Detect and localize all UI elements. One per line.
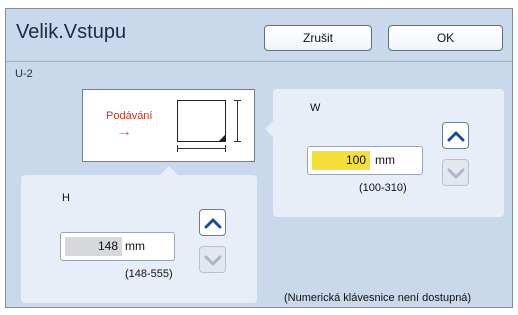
size-dialog: Velik.Vstupu Zrušit OK U-2 Podávání → W … bbox=[5, 8, 513, 308]
height-dimension-tick-top bbox=[234, 100, 241, 101]
screen-code: U-2 bbox=[15, 68, 33, 80]
width-panel: W 100 mm (100-310) bbox=[273, 89, 504, 217]
width-range: (100-310) bbox=[359, 182, 407, 194]
height-dimension-tick-bottom bbox=[234, 141, 241, 142]
height-decrease-button[interactable] bbox=[199, 246, 226, 273]
dialog-title: Velik.Vstupu bbox=[16, 21, 127, 43]
width-dimension-line bbox=[177, 148, 226, 149]
height-input[interactable]: 148 mm bbox=[60, 232, 175, 261]
width-decrease-button[interactable] bbox=[442, 159, 469, 186]
height-range: (148-555) bbox=[125, 268, 173, 280]
height-label: H bbox=[62, 192, 70, 204]
chevron-down-icon bbox=[204, 255, 221, 265]
keypad-unavailable-note: (Numerická klávesnice není dostupná) bbox=[284, 292, 472, 304]
height-value: 148 bbox=[65, 237, 122, 256]
paper-preview: Podávání → bbox=[82, 89, 255, 162]
width-label: W bbox=[310, 102, 321, 114]
width-increase-button[interactable] bbox=[442, 122, 469, 149]
height-panel-pointer bbox=[160, 166, 178, 175]
chevron-up-icon bbox=[204, 218, 221, 228]
feed-label: Podávání bbox=[106, 110, 153, 122]
width-unit: mm bbox=[375, 153, 395, 167]
sheet-corner-mark bbox=[218, 134, 226, 142]
height-dimension-line bbox=[237, 100, 238, 142]
dialog-header: Velik.Vstupu Zrušit OK bbox=[6, 9, 512, 62]
feed-arrow-icon: → bbox=[116, 123, 132, 140]
ok-button[interactable]: OK bbox=[388, 25, 503, 51]
height-panel: H 148 mm (148-555) bbox=[21, 175, 257, 303]
width-value: 100 bbox=[312, 151, 370, 170]
chevron-down-icon bbox=[447, 168, 464, 178]
width-dimension-tick-left bbox=[177, 145, 178, 152]
chevron-up-icon bbox=[447, 131, 464, 141]
height-increase-button[interactable] bbox=[199, 209, 226, 236]
width-input[interactable]: 100 mm bbox=[307, 146, 423, 175]
cancel-button[interactable]: Zrušit bbox=[264, 25, 372, 51]
width-dimension-tick-right bbox=[225, 145, 226, 152]
height-unit: mm bbox=[125, 239, 145, 253]
paper-sheet bbox=[177, 100, 226, 142]
